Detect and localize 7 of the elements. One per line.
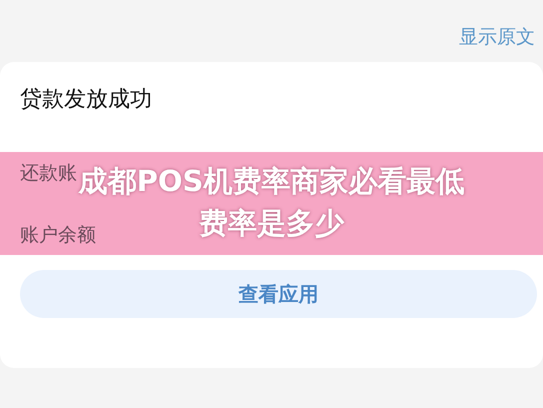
row-label: 还款账 [20,162,77,184]
show-original-link[interactable]: 显示原文 [459,24,535,50]
card-title: 贷款发放成功 [20,86,153,114]
row-label: 账户余额 [20,224,96,246]
view-app-button[interactable]: 查看应用 [20,270,537,318]
banner-title: 成都POS机费率商家必看最低 [78,163,464,200]
banner-title: 费率是多少 [199,205,344,242]
